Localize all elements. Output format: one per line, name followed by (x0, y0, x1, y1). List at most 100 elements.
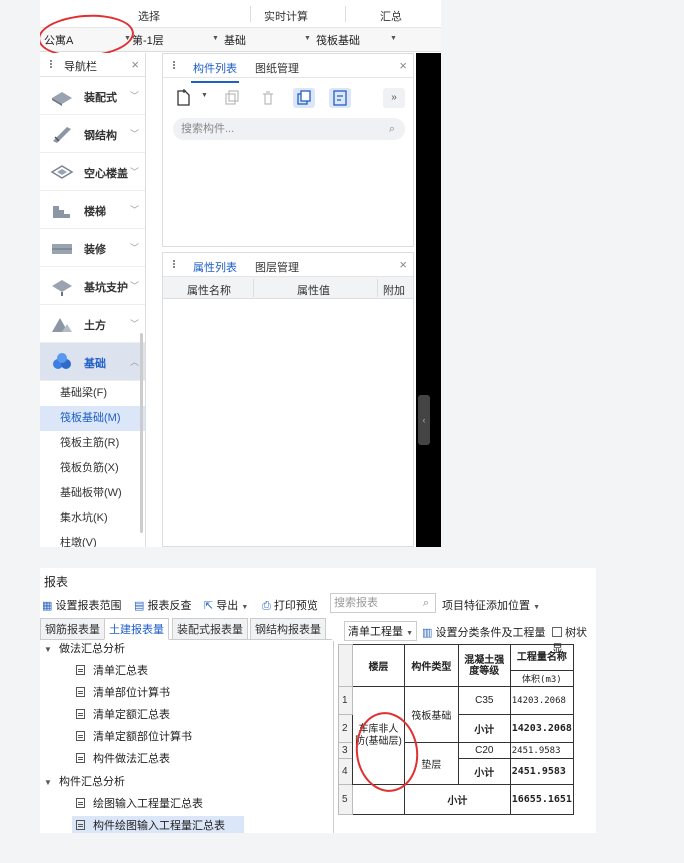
drawing-canvas[interactable] (416, 53, 441, 547)
tree-item-selected[interactable]: 构件绘图输入工程量汇总表 (72, 816, 244, 833)
nav-sub-item[interactable]: 筏板负筋(X) (40, 456, 145, 481)
document-icon (76, 731, 85, 741)
menu-summary[interactable]: 汇总 (380, 8, 402, 24)
header-concrete-grade: 混凝土强度等级 (457, 644, 511, 687)
menu-select[interactable]: 选择 (138, 8, 160, 24)
floor-select[interactable]: 第-1层 ▼ (132, 32, 219, 48)
row-number: 5 (338, 784, 353, 815)
set-condition-button[interactable]: ▥ 设置分类条件及工程量 (422, 624, 545, 640)
tab-layer-manage[interactable]: 图层管理 (255, 259, 299, 275)
tree-group-method-summary[interactable]: ▼ 做法汇总分析 (44, 639, 125, 659)
component-list-panel: 构件列表 图纸管理 × ▼ » 搜索构件... ⌕ (162, 53, 414, 247)
drag-handle-icon[interactable] (171, 259, 177, 271)
set-range-button[interactable]: ▦ 设置报表范围 (42, 597, 121, 613)
menu-realtime-calc[interactable]: 实时计算 (264, 8, 308, 24)
tree-item[interactable]: 构件做法汇总表 (76, 749, 170, 769)
caret-down-icon: ▼ (533, 604, 540, 611)
tree-item[interactable]: 清单定额部位计算书 (76, 727, 192, 747)
nav-sub-item-selected[interactable]: 筏板基础(M) (40, 406, 145, 431)
nav-group-stairs[interactable]: 楼梯 ﹀ (40, 191, 145, 229)
close-icon[interactable]: × (399, 58, 407, 73)
chevron-down-icon: ﹀ (129, 91, 139, 101)
nav-sub-item[interactable]: 柱墩(V) (40, 531, 145, 547)
component-select[interactable]: 筏板基础 ▼ (316, 32, 406, 48)
search-icon: ⌕ (422, 597, 429, 609)
col-property-name: 属性名称 (187, 285, 231, 297)
chevron-down-icon: ﹀ (129, 319, 139, 329)
layer-copy-button[interactable] (293, 88, 315, 108)
cell-subtotal[interactable]: 2451.9583 (509, 758, 575, 785)
tab-component-list[interactable]: 构件列表 (191, 60, 239, 83)
filter-button[interactable] (329, 88, 351, 108)
caret-down-icon: ▼ (304, 35, 311, 42)
report-search-input[interactable]: 搜索报表 ⌕ (330, 593, 436, 613)
nav-group-prefab[interactable]: 装配式 ﹀ (40, 77, 145, 115)
drag-handle-icon[interactable] (171, 60, 177, 72)
export-button[interactable]: ⇱ 导出 ▼ (204, 597, 248, 613)
nav-sub-item[interactable]: 筏板主筋(R) (40, 431, 145, 456)
report-toolbar: ▦ 设置报表范围 ▤ 报表反查 ⇱ 导出 ▼ ⎙ 打印预览 搜索报表 ⌕ 项目特… (40, 591, 596, 615)
copy-button[interactable] (221, 88, 243, 108)
header-qty-name: 工程量名称 (509, 644, 575, 671)
tab-civil-report[interactable]: 土建报表量 (104, 618, 169, 640)
tree-item[interactable]: 清单部位计算书 (76, 683, 170, 703)
chevron-down-icon: ﹀ (129, 243, 139, 253)
document-icon (76, 753, 85, 763)
excavation-support-icon (52, 280, 72, 296)
caret-down-icon[interactable]: ▼ (201, 92, 208, 99)
chevron-down-icon: ﹀ (129, 167, 139, 177)
cell-subtotal[interactable]: 14203.2068 (509, 714, 575, 743)
tab-drawing-manage[interactable]: 图纸管理 (255, 60, 299, 76)
close-icon[interactable]: × (131, 57, 139, 72)
drag-handle-icon[interactable] (48, 59, 54, 71)
collapse-handle[interactable]: ‹ (418, 395, 430, 445)
cell-volume[interactable]: 2451.9583 (509, 742, 575, 759)
more-button[interactable]: » (383, 88, 405, 108)
scrollbar[interactable] (140, 333, 143, 533)
nav-sub-item[interactable]: 基础板带(W) (40, 481, 145, 506)
qty-type-dropdown[interactable]: 清单工程量 ▼ (344, 621, 417, 641)
print-preview-button[interactable]: ⎙ 打印预览 (262, 597, 318, 613)
caret-down-icon: ▼ (390, 35, 397, 42)
caret-down-icon: ▼ (44, 645, 52, 654)
chevron-down-icon: ﹀ (129, 129, 139, 139)
cell-grade[interactable]: C35 (457, 686, 511, 715)
nav-group-earthwork[interactable]: 土方 ﹀ (40, 305, 145, 343)
cell-grade[interactable]: C20 (457, 742, 511, 759)
new-component-button[interactable] (173, 88, 195, 108)
document-icon (76, 709, 85, 719)
tree-item[interactable]: 清单定额汇总表 (76, 705, 170, 725)
tree-group-component-summary[interactable]: ▼ 构件汇总分析 (44, 772, 125, 792)
stairs-icon (53, 206, 70, 218)
cell-total[interactable]: 16655.1651 (509, 784, 575, 815)
cell-subtotal-label: 小计 (457, 714, 511, 743)
caret-down-icon: ▼ (241, 604, 249, 611)
nav-group-foundation[interactable]: 基础 ︿ (40, 343, 145, 381)
report-view-toolbar: 清单工程量 ▼ ▥ 设置分类条件及工程量 树状显 (340, 620, 596, 655)
tree-item[interactable]: 清单汇总表 (76, 661, 148, 681)
tab-prefab-report[interactable]: 装配式报表量 (172, 618, 248, 640)
caret-down-icon: ▼ (44, 778, 52, 787)
delete-button[interactable] (257, 88, 279, 108)
cell-volume[interactable]: 14203.2068 (509, 686, 575, 715)
export-icon: ⇱ (204, 600, 214, 612)
nav-sub-item[interactable]: 基础梁(F) (40, 381, 145, 406)
search-icon: ⌕ (388, 123, 395, 135)
nav-group-excavation-support[interactable]: 基坑支护 ﹀ (40, 267, 145, 305)
table-search-icon: ▤ (134, 600, 145, 612)
nav-group-decoration[interactable]: 装修 ﹀ (40, 229, 145, 267)
nav-sub-item[interactable]: 集水坑(K) (40, 506, 145, 531)
feature-position-dropdown[interactable]: 项目特征添加位置 ▼ (442, 597, 540, 613)
component-search-input[interactable]: 搜索构件... ⌕ (173, 118, 405, 140)
report-review-button[interactable]: ▤ 报表反查 (134, 597, 191, 613)
nav-group-steel[interactable]: 钢结构 ﹀ (40, 115, 145, 153)
close-icon[interactable]: × (399, 257, 407, 272)
tab-property-list[interactable]: 属性列表 (191, 259, 239, 282)
tree-item[interactable]: 绘图输入工程量汇总表 (76, 794, 203, 814)
nav-group-hollow-floor[interactable]: 空心楼盖 ﹀ (40, 153, 145, 191)
tab-rebar-report[interactable]: 钢筋报表量 (40, 618, 105, 640)
tab-steel-report[interactable]: 钢结构报表量 (250, 618, 326, 640)
col-property-value: 属性值 (297, 285, 330, 297)
category-select[interactable]: 基础 ▼ (224, 32, 314, 48)
row-number: 2 (338, 714, 353, 743)
